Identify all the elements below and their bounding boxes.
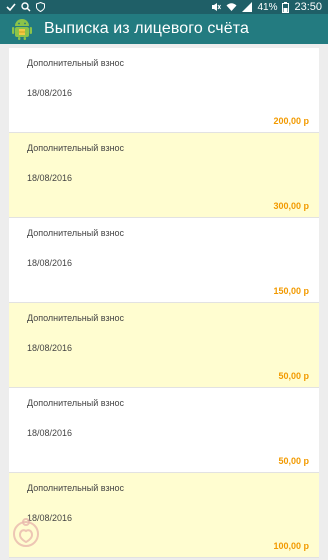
transaction-title: Дополнительный взнос [27,143,125,153]
transaction-title: Дополнительный взнос [27,483,125,493]
transaction-date: 18/08/2016 [27,88,73,98]
page-title: Выписка из лицевого счёта [44,20,249,37]
status-icons-right: 41% 23:50 [211,1,322,13]
android-logo-icon[interactable] [10,17,34,41]
transaction-date: 18/08/2016 [27,173,73,183]
transaction-amount: 50,00 р [278,456,309,466]
check-icon [6,3,16,12]
clock: 23:50 [294,1,322,13]
app-bar: Выписка из лицевого счёта [0,14,328,44]
transaction-amount: 100,00 р [273,541,309,551]
wifi-icon [226,3,237,11]
transaction-title: Дополнительный взнос [27,58,125,68]
battery-percent: 41% [257,1,278,13]
shield-icon [36,2,45,12]
transaction-card[interactable]: Дополнительный взнос 18/08/2016 300,00 р [9,133,319,218]
transaction-date: 18/08/2016 [27,258,73,268]
overlay-badge-icon[interactable] [8,514,44,550]
transaction-amount: 200,00 р [273,116,309,126]
transaction-date: 18/08/2016 [27,343,73,353]
status-icons-left [6,2,45,12]
transaction-card[interactable]: Дополнительный взнос 18/08/2016 100,00 р [9,473,319,558]
transaction-card[interactable]: Дополнительный взнос 18/08/2016 150,00 р [9,218,319,303]
transaction-title: Дополнительный взнос [27,313,125,323]
status-bar: 41% 23:50 [0,0,328,14]
transaction-card[interactable]: Дополнительный взнос 18/08/2016 50,00 р [9,303,319,388]
transaction-title: Дополнительный взнос [27,398,125,408]
mute-icon [212,3,222,11]
transaction-card[interactable]: Дополнительный взнос 18/08/2016 200,00 р [9,48,319,133]
signal-icon [242,2,253,12]
transaction-list[interactable]: Дополнительный взнос 18/08/2016 200,00 р… [9,48,319,560]
battery-icon [282,1,290,13]
transaction-date: 18/08/2016 [27,428,73,438]
transaction-amount: 50,00 р [278,371,309,381]
transaction-card[interactable]: Дополнительный взнос 18/08/2016 50,00 р [9,388,319,473]
transaction-amount: 150,00 р [273,286,309,296]
transaction-amount: 300,00 р [273,201,309,211]
transaction-title: Дополнительный взнос [27,228,125,238]
search-icon [21,2,31,12]
